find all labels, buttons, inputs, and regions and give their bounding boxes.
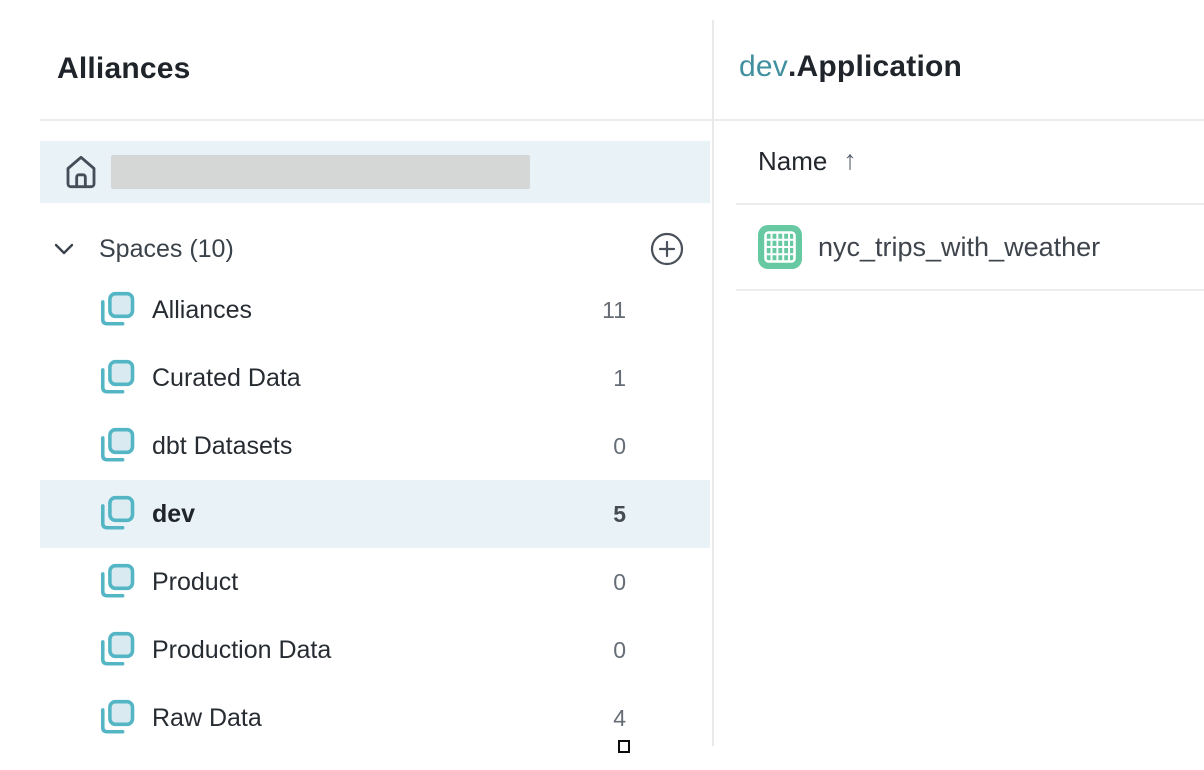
space-icon xyxy=(96,560,138,604)
space-label: Curated Data xyxy=(152,364,301,393)
divider xyxy=(713,119,1204,121)
spaces-sidebar: Alliances Spaces (10) xyxy=(0,0,713,770)
sidebar-item-product[interactable]: Product 0 xyxy=(40,548,710,616)
plus-circle-icon xyxy=(650,232,684,266)
space-label: Alliances xyxy=(152,296,252,325)
space-count: 0 xyxy=(613,548,626,616)
sort-asc-icon: ↑ xyxy=(843,147,857,174)
sidebar-title: Alliances xyxy=(57,52,191,86)
sidebar-item-raw-data[interactable]: Raw Data 4 xyxy=(40,684,710,752)
breadcrumb-entity-name: Application xyxy=(797,50,963,83)
breadcrumb-separator: . xyxy=(788,50,797,83)
table-row-nyc-trips-with-weather[interactable]: nyc_trips_with_weather xyxy=(713,205,1204,289)
spaces-section-header: Spaces (10) xyxy=(40,222,710,276)
home-icon xyxy=(61,151,101,193)
space-label: dev xyxy=(152,500,195,529)
table-grid-icon xyxy=(758,225,802,269)
add-space-button[interactable] xyxy=(650,232,684,266)
space-label: dbt Datasets xyxy=(152,432,292,461)
space-icon xyxy=(96,492,138,536)
app-window: Alliances Spaces (10) xyxy=(0,0,1204,770)
space-count: 0 xyxy=(613,616,626,684)
space-icon xyxy=(96,288,138,332)
space-icon xyxy=(96,424,138,468)
divider xyxy=(40,119,713,121)
dataset-name: nyc_trips_with_weather xyxy=(818,232,1100,263)
space-count: 1 xyxy=(613,344,626,412)
column-header-label: Name xyxy=(758,146,827,177)
space-count: 0 xyxy=(613,412,626,480)
space-label: Raw Data xyxy=(152,704,262,733)
space-list: Alliances 11 Curated Data 1 xyxy=(40,276,710,752)
spaces-section-label: Spaces (10) xyxy=(99,235,234,264)
sidebar-item-curated-data[interactable]: Curated Data 1 xyxy=(40,344,710,412)
space-icon xyxy=(96,356,138,400)
space-label: Production Data xyxy=(152,636,331,665)
redacted-text-placeholder xyxy=(111,155,530,189)
space-count: 5 xyxy=(613,480,626,548)
breadcrumb-space-link[interactable]: dev xyxy=(739,50,788,83)
sidebar-item-dbt-datasets[interactable]: dbt Datasets 0 xyxy=(40,412,710,480)
space-icon xyxy=(96,696,138,740)
sidebar-item-production-data[interactable]: Production Data 0 xyxy=(40,616,710,684)
space-label: Product xyxy=(152,568,238,597)
sidebar-item-dev[interactable]: dev 5 xyxy=(40,480,710,548)
sidebar-item-alliances[interactable]: Alliances 11 xyxy=(40,276,710,344)
chevron-down-icon[interactable] xyxy=(53,241,75,257)
space-count: 11 xyxy=(602,276,626,344)
entity-list-panel: dev.Application Name ↑ xyxy=(713,0,1204,770)
divider xyxy=(736,289,1204,291)
space-icon xyxy=(96,628,138,672)
page-title: dev.Application xyxy=(739,50,962,84)
home-row[interactable] xyxy=(40,141,710,203)
column-header-name[interactable]: Name ↑ xyxy=(758,142,857,180)
stray-glyph-box xyxy=(618,740,630,753)
